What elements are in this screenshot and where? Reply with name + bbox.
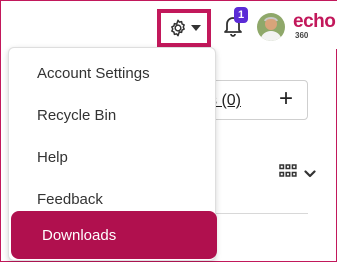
avatar[interactable] [257, 13, 285, 41]
settings-menu-button[interactable] [157, 9, 211, 47]
view-toggle-button[interactable] [279, 164, 316, 183]
grid-icon [279, 164, 297, 183]
menu-item-downloads[interactable]: Downloads [11, 211, 217, 259]
divider [213, 213, 308, 214]
menu-item-label: Feedback [37, 190, 103, 208]
brand-suffix: 360 [295, 31, 309, 40]
top-bar: 1 echo 360 [1, 1, 337, 49]
menu-item-label: Recycle Bin [37, 106, 117, 124]
notification-badge: 1 [234, 7, 248, 23]
menu-item-label: Downloads [42, 226, 117, 244]
settings-dropdown-menu: Account Settings Recycle Bin Help Feedba… [8, 47, 217, 261]
caret-down-icon [190, 25, 201, 31]
chevron-down-icon [304, 165, 316, 183]
menu-item-label: Help [37, 148, 68, 166]
brand-logo[interactable]: echo 360 [293, 11, 337, 41]
brand-name: echo [293, 11, 336, 32]
menu-item-label: Account Settings [37, 64, 150, 82]
menu-item-help[interactable]: Help [9, 136, 215, 178]
notifications-button[interactable]: 1 [222, 7, 248, 41]
menu-item-account-settings[interactable]: Account Settings [9, 52, 215, 94]
gear-icon [168, 18, 188, 38]
add-button[interactable]: + [279, 85, 293, 113]
menu-item-recycle-bin[interactable]: Recycle Bin [9, 94, 215, 136]
bell-icon [222, 17, 244, 41]
